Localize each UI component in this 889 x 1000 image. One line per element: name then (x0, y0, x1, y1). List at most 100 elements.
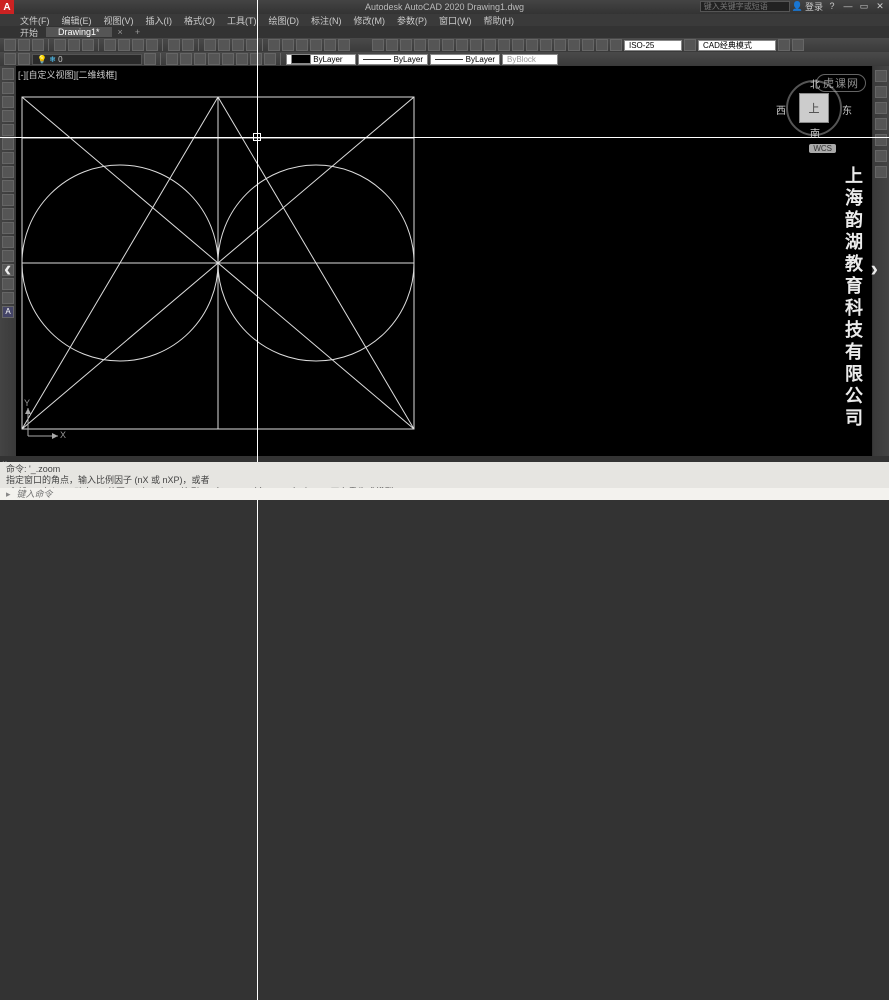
toolpalette-icon[interactable] (296, 39, 308, 51)
properties-icon[interactable] (268, 39, 280, 51)
layer-states-icon[interactable] (18, 53, 30, 65)
dim-angular-icon[interactable] (456, 39, 468, 51)
tolerance-icon[interactable] (540, 39, 552, 51)
array-icon[interactable] (875, 134, 887, 146)
zoom-prev-icon[interactable] (246, 39, 258, 51)
open-icon[interactable] (18, 39, 30, 51)
user-icon[interactable]: 👤 (792, 1, 803, 12)
view-cube-top[interactable]: 上 (799, 93, 829, 123)
color-select[interactable]: ByLayer (286, 54, 356, 65)
menu-draw[interactable]: 绘图(D) (269, 14, 300, 27)
zoom-window-icon[interactable] (232, 39, 244, 51)
tab-new-icon[interactable]: + (129, 27, 146, 37)
menu-parametric[interactable]: 参数(P) (397, 14, 427, 27)
workspace-settings-icon[interactable] (778, 39, 790, 51)
command-input[interactable] (17, 489, 883, 499)
dim-diameter-icon[interactable] (442, 39, 454, 51)
model-viewport[interactable]: [-][自定义视图][二维线框] 上 北 南 (16, 66, 872, 456)
rotate-icon[interactable] (875, 166, 887, 178)
wcs-badge[interactable]: WCS (809, 144, 836, 153)
polygon-icon[interactable] (2, 96, 14, 108)
rectangle-icon[interactable] (2, 110, 14, 122)
workspace-select[interactable]: CAD经典模式 (698, 40, 776, 51)
match-icon[interactable] (146, 39, 158, 51)
new-icon[interactable] (4, 39, 16, 51)
dim-quick-icon[interactable] (470, 39, 482, 51)
copy-icon[interactable] (118, 39, 130, 51)
insert-block-icon[interactable] (2, 208, 14, 220)
menu-insert[interactable]: 插入(I) (146, 14, 173, 27)
menu-format[interactable]: 格式(O) (184, 14, 215, 27)
menu-help[interactable]: 帮助(H) (484, 14, 515, 27)
maximize-button[interactable]: ▭ (857, 1, 871, 13)
point-icon[interactable] (2, 236, 14, 248)
dim-break-icon[interactable] (526, 39, 538, 51)
save-icon[interactable] (32, 39, 44, 51)
dimedit-icon[interactable] (596, 39, 608, 51)
dimstyle-select[interactable]: ISO-25 (624, 40, 682, 51)
dim-aligned-icon[interactable] (386, 39, 398, 51)
layer-match-icon[interactable] (166, 53, 178, 65)
spline-icon[interactable] (2, 166, 14, 178)
move-icon[interactable] (875, 150, 887, 162)
cut-icon[interactable] (104, 39, 116, 51)
command-line[interactable]: ▸ (0, 488, 889, 500)
layer-select[interactable]: 💡 ❄ 0 (32, 54, 142, 65)
dim-linear-icon[interactable] (372, 39, 384, 51)
layer-on-icon[interactable] (236, 53, 248, 65)
dimtedit-icon[interactable] (610, 39, 622, 51)
line-icon[interactable] (2, 68, 14, 80)
app-logo[interactable]: A (0, 0, 14, 14)
menu-edit[interactable]: 编辑(E) (62, 14, 92, 27)
arc-icon[interactable] (2, 124, 14, 136)
offset-icon[interactable] (875, 118, 887, 130)
markup-icon[interactable] (324, 39, 336, 51)
mtext-icon[interactable]: A (2, 306, 14, 318)
layer-unlock-icon[interactable] (264, 53, 276, 65)
close-button[interactable]: ✕ (873, 1, 887, 13)
quickcalc-icon[interactable] (338, 39, 350, 51)
user-label[interactable]: 登录 (805, 0, 823, 13)
layer-iso-icon[interactable] (180, 53, 192, 65)
layer-lock-icon[interactable] (250, 53, 262, 65)
tab-close-icon[interactable]: × (112, 27, 129, 37)
minimize-button[interactable]: — (841, 1, 855, 13)
linetype-select[interactable]: ByLayer (358, 54, 428, 65)
compass-east[interactable]: 东 (842, 102, 852, 117)
inspection-icon[interactable] (568, 39, 580, 51)
dim-space-icon[interactable] (512, 39, 524, 51)
menu-view[interactable]: 视图(V) (104, 14, 134, 27)
erase-icon[interactable] (875, 70, 887, 82)
layer-uniso-icon[interactable] (194, 53, 206, 65)
help-button[interactable]: ? (825, 1, 839, 13)
preview-icon[interactable] (68, 39, 80, 51)
menu-tools[interactable]: 工具(T) (227, 14, 257, 27)
prev-arrow-icon[interactable]: ‹ (4, 256, 11, 282)
layer-manager-icon[interactable] (4, 53, 16, 65)
next-arrow-icon[interactable]: › (871, 256, 878, 282)
dim-radius-icon[interactable] (428, 39, 440, 51)
lineweight-select[interactable]: ByLayer (430, 54, 500, 65)
tab-drawing1[interactable]: Drawing1* (46, 27, 112, 37)
layer-previous-icon[interactable] (144, 53, 156, 65)
ellipse-arc-icon[interactable] (2, 194, 14, 206)
revcloud-icon[interactable] (2, 152, 14, 164)
pan-icon[interactable] (204, 39, 216, 51)
compass-south[interactable]: 南 (810, 125, 820, 140)
workspace-save-icon[interactable] (792, 39, 804, 51)
polyline-icon[interactable] (2, 82, 14, 94)
centermark-icon[interactable] (554, 39, 566, 51)
menu-modify[interactable]: 修改(M) (354, 14, 386, 27)
make-block-icon[interactable] (2, 222, 14, 234)
mirror-icon[interactable] (875, 102, 887, 114)
dim-continue-icon[interactable] (498, 39, 510, 51)
table-icon[interactable] (2, 292, 14, 304)
layer-freeze-icon[interactable] (208, 53, 220, 65)
dim-baseline-icon[interactable] (484, 39, 496, 51)
redo-icon[interactable] (182, 39, 194, 51)
dim-ordinate-icon[interactable] (414, 39, 426, 51)
compass-west[interactable]: 西 (776, 102, 786, 117)
designcenter-icon[interactable] (282, 39, 294, 51)
zoom-icon[interactable] (218, 39, 230, 51)
paste-icon[interactable] (132, 39, 144, 51)
